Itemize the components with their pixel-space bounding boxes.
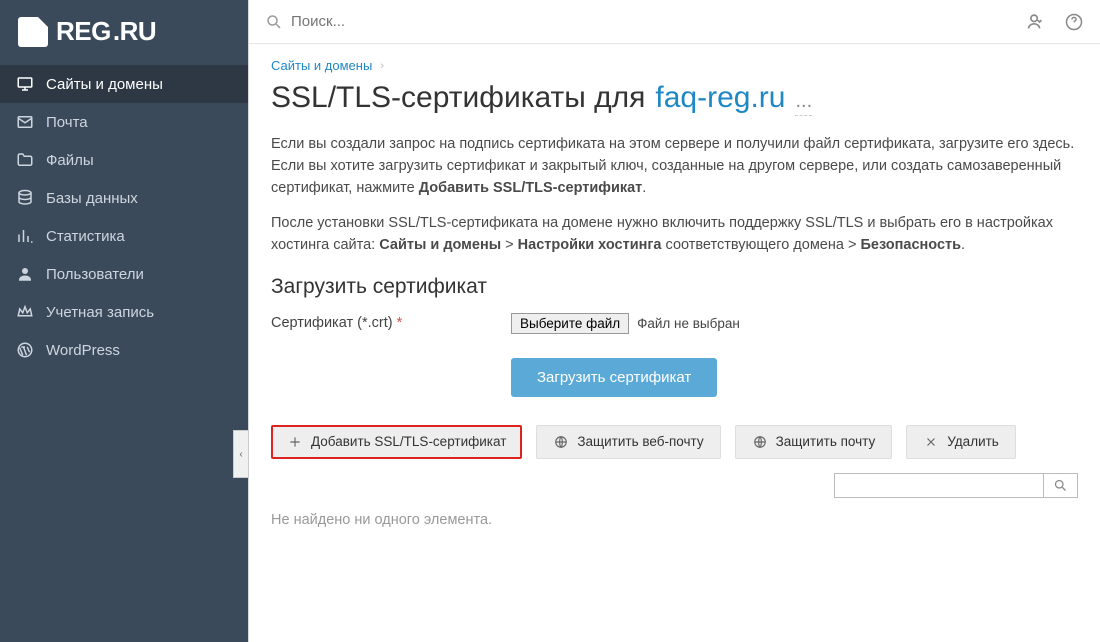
sidebar-item-label: WordPress (46, 342, 120, 359)
title-prefix: SSL/TLS-сертификаты для (271, 81, 645, 115)
logo-text-2: .RU (113, 16, 156, 47)
file-picker: Выберите файл Файл не выбран (511, 313, 740, 334)
required-mark: * (397, 315, 403, 331)
nav-list: Сайты и домены Почта Файлы Базы данных С… (0, 65, 248, 369)
search-wrap (265, 13, 1014, 31)
search-icon (265, 13, 283, 31)
sidebar-item-label: Учетная запись (46, 304, 154, 321)
cert-field-row: Сертификат (*.crt) * Выберите файл Файл … (271, 313, 1078, 334)
sidebar-item-label: Сайты и домены (46, 76, 163, 93)
crown-icon (16, 303, 34, 321)
protect-webmail-button[interactable]: Защитить веб-почту (536, 425, 720, 459)
filter-row (271, 473, 1078, 498)
action-button-row: Добавить SSL/TLS-сертификат Защитить веб… (271, 425, 1078, 459)
delete-label: Удалить (947, 434, 999, 449)
page-title: SSL/TLS-сертификаты для faq-reg.ru ... (271, 81, 1078, 116)
delete-button[interactable]: Удалить (906, 425, 1016, 459)
globe-icon (752, 434, 768, 450)
choose-file-button[interactable]: Выберите файл (511, 313, 629, 334)
chevron-right-icon: › (380, 60, 384, 72)
close-icon (923, 434, 939, 450)
sidebar-item-label: Базы данных (46, 190, 138, 207)
sidebar-item-label: Файлы (46, 152, 94, 169)
intro-paragraph-1: Если вы создали запрос на подпись сертиф… (271, 134, 1078, 199)
database-icon (16, 189, 34, 207)
filter-input[interactable] (834, 473, 1044, 498)
monitor-icon (16, 75, 34, 93)
title-actions-menu[interactable]: ... (795, 90, 812, 116)
sidebar-item-account[interactable]: Учетная запись (0, 293, 248, 331)
sidebar-item-label: Пользователи (46, 266, 144, 283)
collapse-handle[interactable]: ‹ (233, 430, 249, 478)
sidebar-item-databases[interactable]: Базы данных (0, 179, 248, 217)
sidebar-item-users[interactable]: Пользователи (0, 255, 248, 293)
logo-text-1: REG (56, 16, 111, 47)
folder-icon (16, 151, 34, 169)
sidebar: REG.RU Сайты и домены Почта Файлы Базы д… (0, 0, 248, 642)
sidebar-item-label: Почта (46, 114, 88, 131)
sidebar-item-files[interactable]: Файлы (0, 141, 248, 179)
sidebar-item-label: Статистика (46, 228, 125, 245)
topbar-actions (1024, 11, 1084, 33)
protect-webmail-label: Защитить веб-почту (577, 434, 703, 449)
breadcrumb-root[interactable]: Сайты и домены (271, 58, 372, 73)
main: Сайты и домены › SSL/TLS-сертификаты для… (248, 0, 1100, 642)
help-icon[interactable] (1064, 12, 1084, 32)
filter-search-button[interactable] (1044, 473, 1078, 498)
content: Сайты и домены › SSL/TLS-сертификаты для… (249, 44, 1100, 642)
title-domain: faq-reg.ru (655, 81, 785, 115)
file-status: Файл не выбран (637, 316, 740, 331)
mail-icon (16, 113, 34, 131)
sidebar-item-mail[interactable]: Почта (0, 103, 248, 141)
intro-paragraph-2: После установки SSL/TLS-сертификата на д… (271, 213, 1078, 257)
globe-icon (553, 434, 569, 450)
upload-heading: Загрузить сертификат (271, 275, 1078, 299)
topbar (249, 0, 1100, 44)
user-icon (16, 265, 34, 283)
empty-state: Не найдено ни одного элемента. (271, 512, 1078, 528)
protect-mail-label: Защитить почту (776, 434, 876, 449)
search-input[interactable] (291, 13, 1014, 30)
upload-cert-button[interactable]: Загрузить сертификат (511, 358, 717, 397)
protect-mail-button[interactable]: Защитить почту (735, 425, 893, 459)
logo-badge (18, 17, 48, 47)
add-ssl-button[interactable]: Добавить SSL/TLS-сертификат (271, 425, 522, 459)
cert-label: Сертификат (*.crt) * (271, 315, 491, 331)
stats-icon (16, 227, 34, 245)
sidebar-item-sites[interactable]: Сайты и домены (0, 65, 248, 103)
plus-icon (287, 434, 303, 450)
chevron-left-icon: ‹ (239, 449, 242, 460)
sidebar-item-stats[interactable]: Статистика (0, 217, 248, 255)
breadcrumb: Сайты и домены › (271, 58, 1078, 73)
sidebar-item-wordpress[interactable]: WordPress (0, 331, 248, 369)
logo: REG.RU (0, 0, 248, 65)
add-ssl-label: Добавить SSL/TLS-сертификат (311, 434, 506, 449)
wordpress-icon (16, 341, 34, 359)
account-menu[interactable] (1024, 11, 1046, 33)
